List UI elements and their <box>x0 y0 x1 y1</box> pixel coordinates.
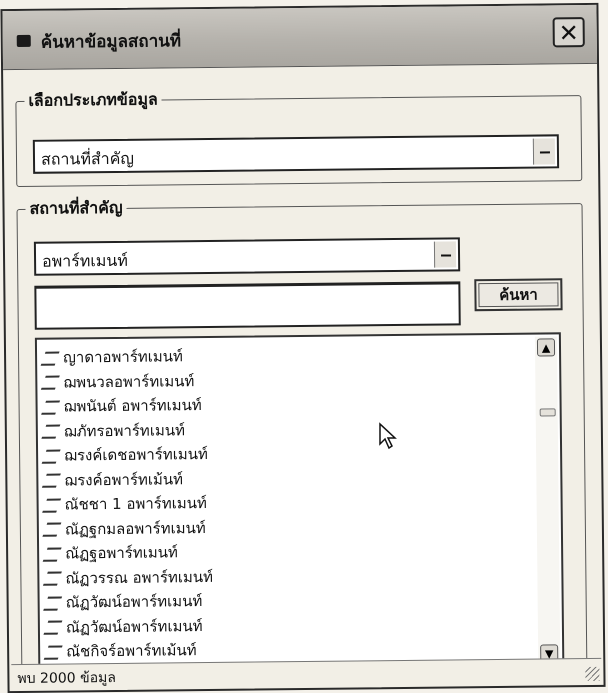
place-icon <box>42 522 62 537</box>
results-list[interactable]: ญาดาอพาร์ทเมนท์ฌพนวลอพาร์ทเมนท์ฌพนันต์ อ… <box>34 332 565 678</box>
window-title: ค้นหาข้อมูลสถานที่ <box>40 31 182 53</box>
search-input[interactable] <box>34 281 461 330</box>
scroll-thumb[interactable] <box>539 408 556 417</box>
place-group-label: สถานที่สำคัญ <box>29 197 123 218</box>
list-item-label: ญาดาอพาร์ทเมนท์ <box>62 347 183 367</box>
place-icon <box>41 400 61 415</box>
place-icon <box>42 498 62 513</box>
mouse-pointer-icon <box>379 422 397 450</box>
place-icon <box>41 449 61 464</box>
list-item-label: ฌภัทรอพาร์ทเมนท์ <box>63 420 186 441</box>
category-select[interactable]: สถานที่สำคัญ <box>32 134 560 174</box>
list-item-label: ณัฏวรรณ อพาร์ทเมนท์ <box>65 567 214 588</box>
place-icon <box>42 571 62 586</box>
list-item-label: ณัฏวัฒน์อพาร์ทเมนท์ <box>65 616 203 636</box>
place-icon <box>43 645 63 660</box>
list-item-label: ณัฏวัฒน์อพาร์ทเมนท์ <box>65 592 203 612</box>
place-icon <box>41 424 61 439</box>
place-type-select-value: อพาร์ทเมนท์ <box>41 250 128 271</box>
category-group: เลือกประเภทข้อมูล สถานที่สำคัญ <box>15 83 583 187</box>
search-button[interactable]: ค้นหา <box>474 278 563 312</box>
place-icon <box>41 473 61 488</box>
category-select-value: สถานที่สำคัญ <box>40 148 135 169</box>
place-type-select[interactable]: อพาร์ทเมนท์ <box>33 237 461 276</box>
list-item-label: ฌพนวลอพาร์ทเมนท์ <box>63 371 195 392</box>
dropdown-arrow-icon[interactable] <box>433 241 457 268</box>
dropdown-arrow-icon[interactable] <box>532 138 556 165</box>
place-icon <box>43 596 63 611</box>
window-icon <box>16 34 31 47</box>
list-item-label: ณัฏฐอพาร์ทเมนท์ <box>65 543 178 563</box>
results-scrollbar[interactable]: ▲ ▼ <box>534 336 561 669</box>
list-item-label: ณัฏฐกมลอพาร์ทเมนท์ <box>64 518 206 539</box>
status-text: พบ 2000 ข้อมูล <box>17 669 116 688</box>
place-group: สถานที่สำคัญ อพาร์ทเมนท์ ค้นหา ญาดาอพาร์… <box>16 191 588 678</box>
close-button[interactable]: ✕ <box>552 17 585 48</box>
place-icon <box>43 620 63 635</box>
place-icon <box>42 547 62 562</box>
list-item-label: ณัชกิจร์อพาร์ทเม้นท์ <box>66 641 197 661</box>
list-item-label: ฌพนันต์ อพาร์ทเมนท์ <box>63 396 202 416</box>
scroll-up-icon[interactable]: ▲ <box>536 338 556 357</box>
place-icon <box>40 351 60 366</box>
status-bar: พบ 2000 ข้อมูล <box>11 657 602 690</box>
category-group-label: เลือกประเภทข้อมูล <box>28 89 158 110</box>
title-bar: ค้นหาข้อมูลสถานที่ ✕ <box>2 4 598 71</box>
list-item-label: ฌรงค์เดชอพาร์ทเมนท์ <box>64 445 208 465</box>
list-item-label: ณัชชา 1 อพาร์ทเมนท์ <box>64 494 207 514</box>
search-place-dialog: ค้นหาข้อมูลสถานที่ ✕ เลือกประเภทข้อมูล ส… <box>0 2 606 693</box>
list-item-label: ฌรงค์อพาร์ทเม้นท์ <box>64 469 184 490</box>
place-icon <box>40 375 60 390</box>
resize-grip-icon[interactable] <box>585 666 600 682</box>
